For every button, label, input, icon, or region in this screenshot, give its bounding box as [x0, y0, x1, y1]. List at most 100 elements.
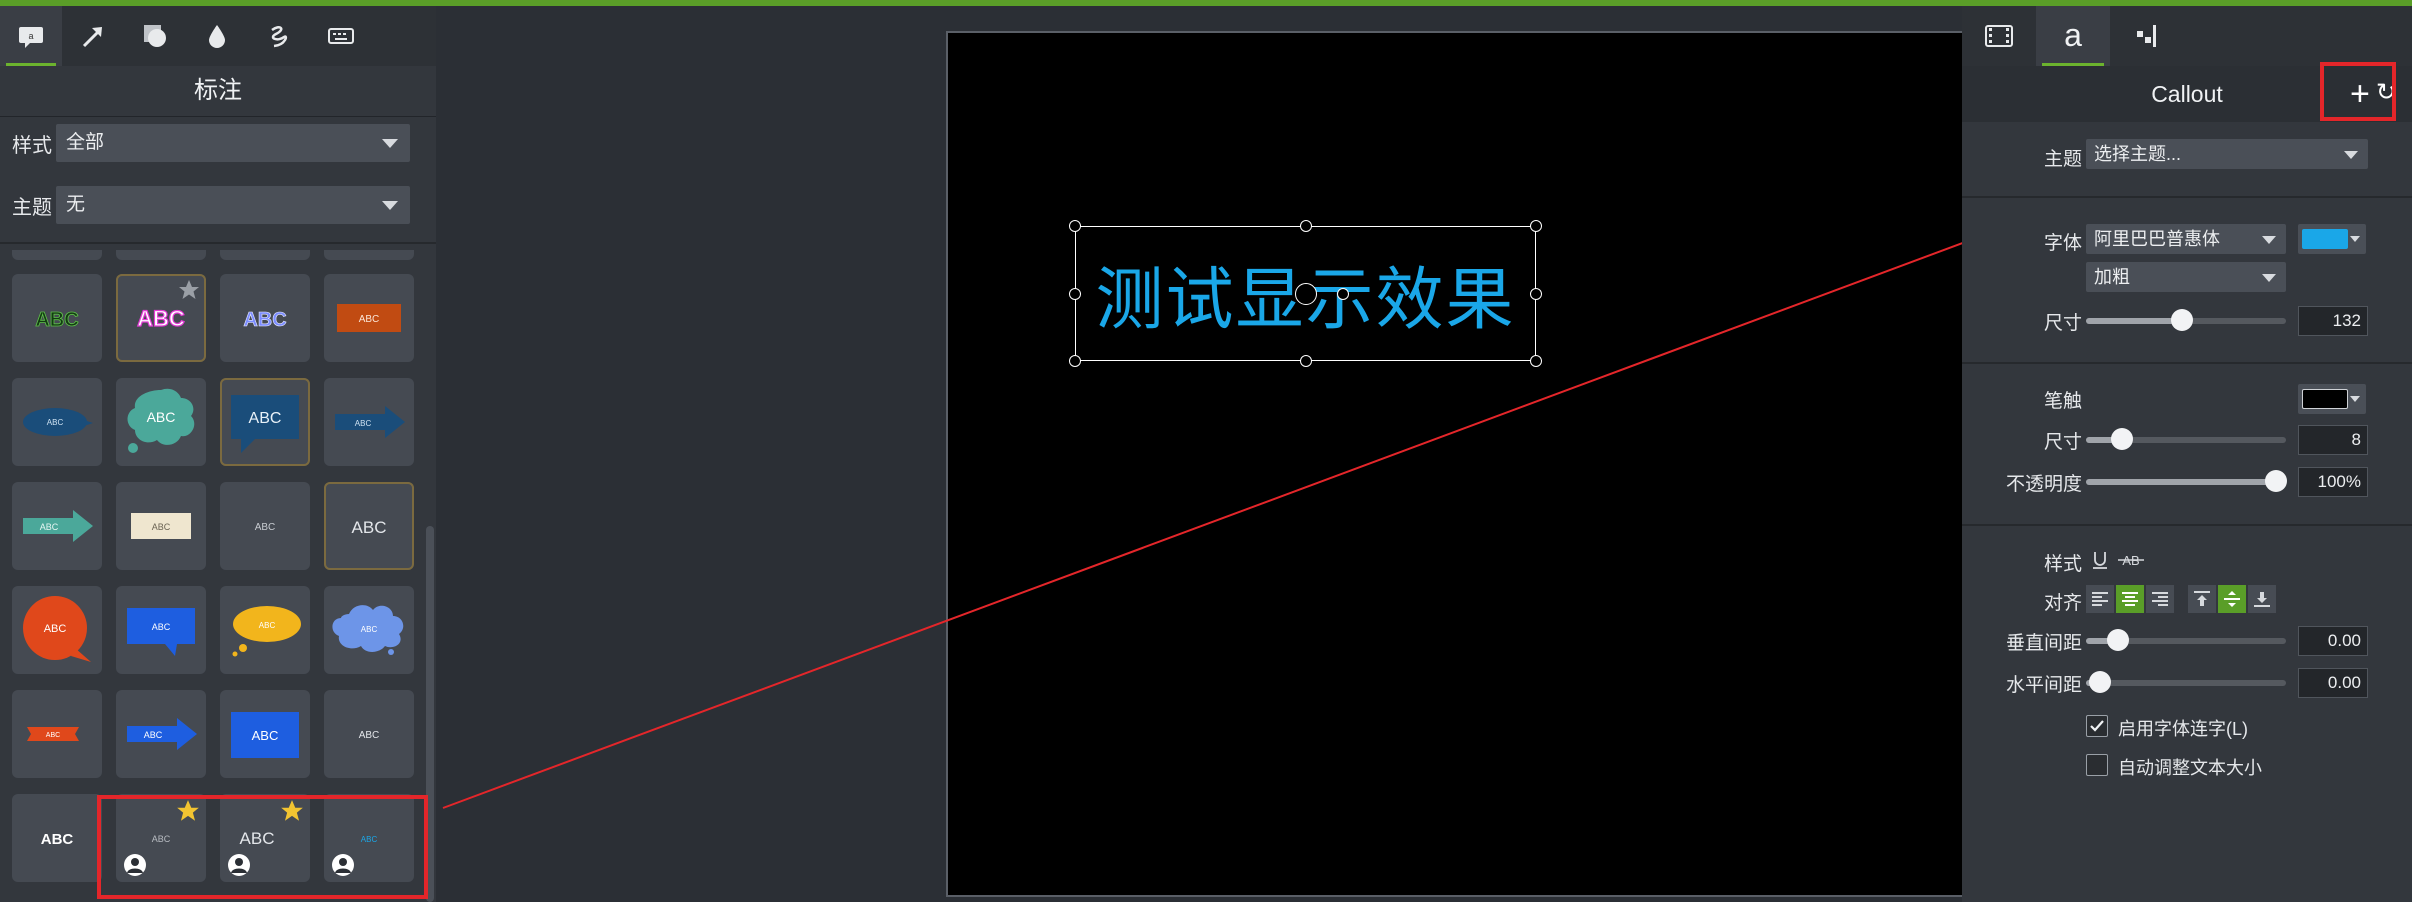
callout-thumbnail[interactable]: ABC — [324, 586, 414, 674]
tab-keystroke[interactable] — [310, 6, 372, 66]
annotation-icon: a — [19, 27, 43, 48]
resize-handle-top-right[interactable] — [1530, 220, 1542, 232]
stroke-color-picker[interactable] — [2298, 384, 2366, 414]
align-right-button[interactable] — [2146, 585, 2174, 613]
font-weight-value: 加粗 — [2094, 267, 2130, 287]
auto-resize-label[interactable]: 自动调整文本大小 — [2118, 754, 2262, 780]
font-size-input[interactable]: 132 — [2298, 306, 2368, 336]
resize-handle-bottom-right[interactable] — [1530, 355, 1542, 367]
font-family-select[interactable]: 阿里巴巴普惠体 — [2086, 224, 2286, 254]
auto-resize-checkbox[interactable] — [2086, 754, 2108, 776]
callout-thumbnail[interactable]: ABC — [12, 586, 102, 674]
align-label: 对齐 — [2043, 593, 2082, 614]
callout-thumbnail[interactable] — [116, 250, 206, 260]
callout-thumbnail[interactable]: ABC — [220, 586, 310, 674]
callout-thumbnail[interactable]: ABC — [324, 378, 414, 466]
opacity-label: 不透明度 — [2005, 474, 2082, 495]
style-filter-row: 样式 全部 — [12, 124, 410, 162]
callout-thumbnail[interactable]: ABC — [12, 274, 102, 362]
tab-text-properties[interactable]: a — [2036, 6, 2110, 66]
callout-thumbnail[interactable] — [324, 250, 414, 260]
slider-thumb[interactable] — [2107, 629, 2129, 651]
callout-thumbnail[interactable]: ABC — [324, 274, 414, 362]
resize-handle-bottom-left[interactable] — [1069, 355, 1081, 367]
align-top-icon — [2194, 591, 2210, 606]
align-bottom-button[interactable] — [2248, 585, 2276, 613]
vertical-spacing-slider[interactable] — [2086, 629, 2286, 651]
underline-button[interactable] — [2086, 546, 2114, 574]
resize-handle-left[interactable] — [1069, 288, 1081, 300]
horizontal-spacing-label: 水平间距 — [2005, 675, 2082, 696]
sketch-motion-icon — [271, 26, 288, 48]
resize-handle-right[interactable] — [1530, 288, 1542, 300]
star-icon[interactable] — [177, 278, 201, 302]
slider-thumb[interactable] — [2265, 470, 2287, 492]
callout-thumb-text: ABC — [46, 732, 60, 739]
callout-thumbnail[interactable]: ABC — [12, 794, 102, 882]
callout-thumbnail[interactable]: ABC — [324, 690, 414, 778]
filter-divider — [0, 242, 436, 244]
callout-thumbnail[interactable]: ABC — [116, 482, 206, 570]
align-center-button[interactable] — [2116, 585, 2144, 613]
callout-thumbnail[interactable]: ABC — [116, 378, 206, 466]
vertical-spacing-input[interactable]: 0.00 — [2298, 626, 2368, 656]
font-weight-select[interactable]: 加粗 — [2086, 262, 2286, 292]
callout-thumbnail[interactable]: ABC — [220, 482, 310, 570]
rotate-handle[interactable] — [1337, 288, 1349, 300]
callout-thumbnail[interactable] — [220, 250, 310, 260]
callout-thumbnail[interactable]: ABC — [220, 274, 310, 362]
horizontal-spacing-slider[interactable] — [2086, 671, 2286, 693]
ligature-label[interactable]: 启用字体连字(L) — [2118, 715, 2248, 741]
callout-thumbnail[interactable]: ABC — [116, 690, 206, 778]
slider-thumb[interactable] — [2111, 428, 2133, 450]
callout-thumbnail[interactable]: ABC — [12, 482, 102, 570]
move-handle-center[interactable] — [1295, 283, 1317, 305]
stroke-size-slider[interactable] — [2086, 428, 2286, 450]
panel-title: 标注 — [0, 66, 436, 117]
theme-filter-row: 主题 无 — [12, 186, 410, 224]
strikethrough-button[interactable]: AB — [2114, 546, 2148, 574]
tab-visual-properties[interactable] — [1962, 6, 2036, 66]
font-size-slider[interactable] — [2086, 309, 2286, 331]
resize-handle-bottom[interactable] — [1300, 355, 1312, 367]
callout-thumb-text: ABC — [259, 621, 276, 630]
tab-arrows[interactable] — [62, 6, 124, 66]
align-middle-button[interactable] — [2218, 585, 2246, 613]
ligature-checkbox[interactable] — [2086, 715, 2108, 737]
tab-sketch-motion[interactable] — [248, 6, 310, 66]
resize-handle-top[interactable] — [1300, 220, 1312, 232]
stroke-size-input[interactable]: 8 — [2298, 425, 2368, 455]
callout-thumbnail[interactable]: ABC — [324, 482, 414, 570]
align-top-button[interactable] — [2188, 585, 2216, 613]
opacity-slider[interactable] — [2086, 470, 2287, 492]
tab-shapes[interactable] — [124, 6, 186, 66]
align-bottom-icon — [2254, 592, 2270, 607]
theme-select[interactable]: 选择主题... — [2086, 139, 2368, 169]
opacity-input[interactable]: 100% — [2298, 467, 2368, 497]
callout-thumbnail[interactable] — [12, 250, 102, 260]
slider-thumb[interactable] — [2171, 309, 2193, 331]
callout-thumb-text: ABC — [359, 314, 380, 325]
horizontal-spacing-input[interactable]: 0.00 — [2298, 668, 2368, 698]
theme-filter-select[interactable]: 无 — [56, 186, 410, 224]
style-filter-select[interactable]: 全部 — [56, 124, 410, 162]
slider-fill — [2086, 479, 2276, 485]
slider-thumb[interactable] — [2089, 671, 2111, 693]
callout-thumb-text: ABC — [361, 625, 378, 634]
callout-thumbnail[interactable]: ABC — [220, 690, 310, 778]
chevron-down-icon — [2344, 151, 2358, 159]
section-divider — [1962, 362, 2412, 364]
align-left-button[interactable] — [2086, 585, 2114, 613]
callout-thumbnail[interactable]: ABC — [12, 690, 102, 778]
resize-handle-top-left[interactable] — [1069, 220, 1081, 232]
callout-thumbnail[interactable]: ABC — [116, 274, 206, 362]
tab-annotation[interactable]: a — [0, 6, 62, 66]
font-color-picker[interactable] — [2298, 224, 2366, 254]
callout-thumb-text: ABC — [355, 419, 372, 428]
callout-thumbnail[interactable]: ABC — [220, 378, 310, 466]
callout-thumbnail[interactable]: ABC — [116, 586, 206, 674]
tab-annotation-properties[interactable] — [2110, 6, 2184, 66]
callout-thumb-text: ABC — [35, 309, 78, 331]
tab-blur[interactable] — [186, 6, 248, 66]
callout-thumbnail[interactable]: ABC — [12, 378, 102, 466]
